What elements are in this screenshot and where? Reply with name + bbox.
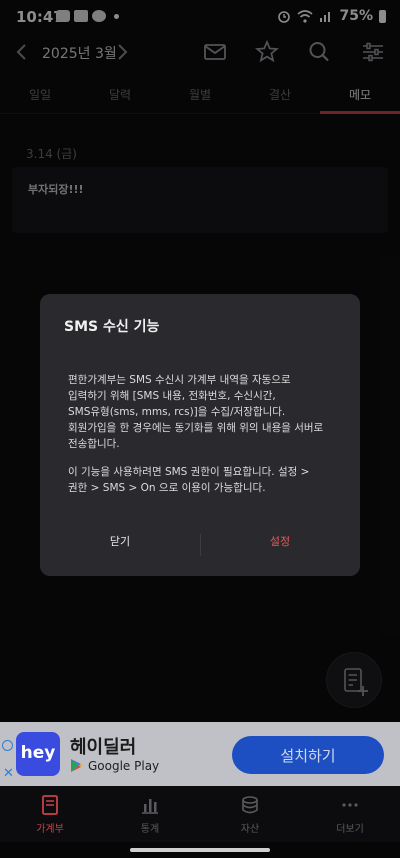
ad-info-icon[interactable] xyxy=(2,740,13,751)
home-indicator[interactable] xyxy=(130,848,270,852)
ad-title[interactable]: 헤이딜러 xyxy=(70,733,136,759)
ad-app-logo[interactable]: hey xyxy=(16,732,60,776)
google-play-label: Google Play xyxy=(88,758,160,773)
nav-item-assets[interactable]: 자산 xyxy=(200,786,300,842)
nav-label-assets: 자산 xyxy=(240,824,260,835)
nav-label-stats: 통계 xyxy=(140,824,160,835)
bar-chart-icon xyxy=(142,799,158,814)
ad-close-icon[interactable]: ✕ xyxy=(3,766,14,781)
ad-banner[interactable]: ✕ hey 헤이딜러 Google Play 설치하기 xyxy=(0,722,400,786)
install-button[interactable]: 설치하기 xyxy=(232,736,384,774)
book-icon xyxy=(42,795,58,815)
bottom-nav: 가계부 통계 자산 더보기 xyxy=(0,786,400,842)
dialog-permission-note: 이 기능을 사용하려면 SMS 권한이 필요합니다. 설정 > 권한 > SMS… xyxy=(68,466,310,494)
close-button[interactable]: 닫기 xyxy=(40,526,200,556)
coins-icon xyxy=(242,796,258,814)
more-dots-icon xyxy=(342,803,358,807)
nav-label-more: 더보기 xyxy=(336,824,364,835)
google-play-badge: Google Play xyxy=(70,758,159,773)
dialog-body: 편한가계부는 SMS 수신시 가계부 내역을 자동으로 입력하기 위해 [SMS… xyxy=(68,374,324,450)
settings-button[interactable]: 설정 xyxy=(200,526,360,556)
nav-label-ledger: 가계부 xyxy=(36,824,64,835)
sms-permission-dialog: SMS 수신 기능 편한가계부는 SMS 수신시 가계부 내역을 자동으로 입력… xyxy=(40,294,360,576)
nav-item-stats[interactable]: 통계 xyxy=(100,786,200,842)
nav-item-ledger[interactable]: 가계부 xyxy=(0,786,100,842)
google-play-icon xyxy=(71,759,84,772)
dialog-title: SMS 수신 기능 xyxy=(64,319,160,335)
nav-item-more[interactable]: 더보기 xyxy=(300,786,400,842)
